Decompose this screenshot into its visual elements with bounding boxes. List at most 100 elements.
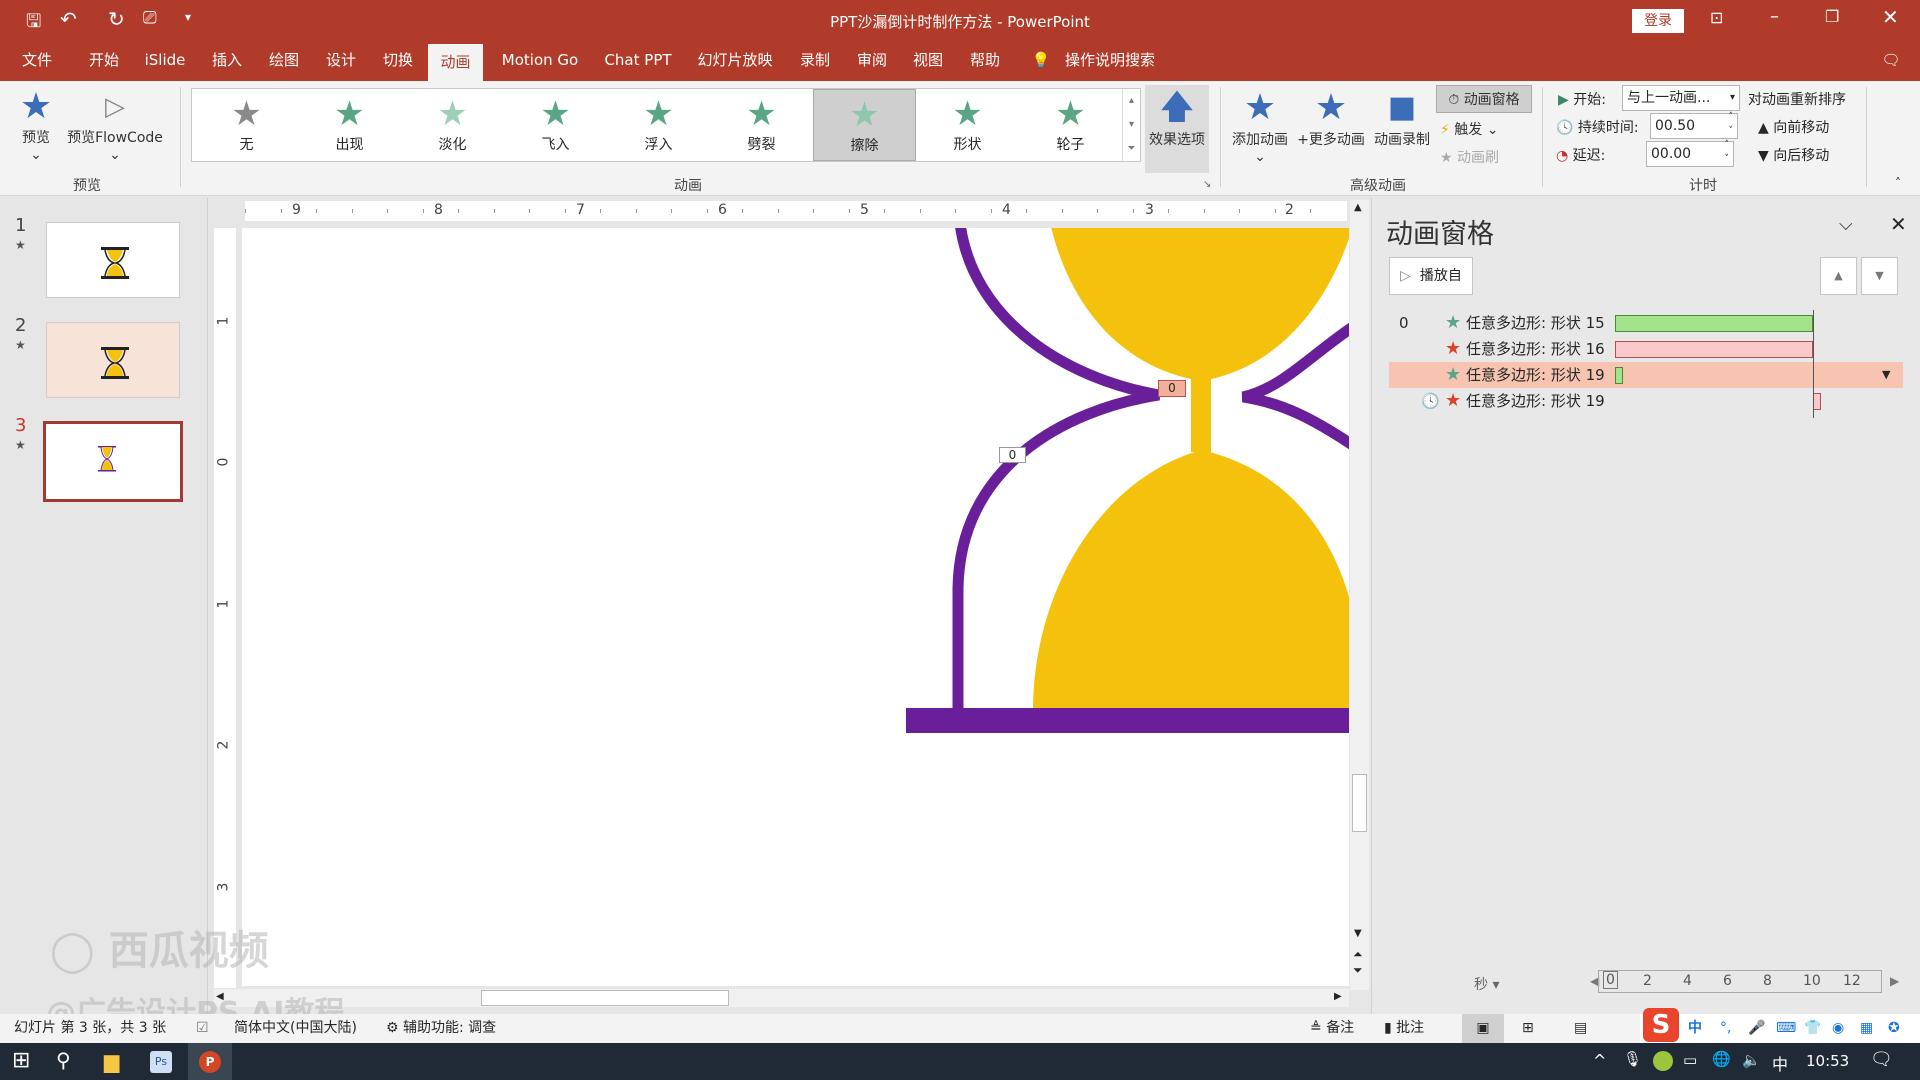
animation-effect-0[interactable]: ★ 无 <box>195 89 298 161</box>
animation-list-item[interactable]: 0 ★ 任意多边形: 形状 15 <box>1389 310 1903 336</box>
animation-effect-2[interactable]: ★ 淡化 <box>401 89 504 161</box>
language-indicator[interactable]: 简体中文(中国大陆) <box>234 1014 357 1043</box>
animation-effect-8[interactable]: ★ 轮子 <box>1019 89 1122 161</box>
tab-home[interactable]: 开始 <box>86 40 122 81</box>
prev-next-slide-icon[interactable]: ⏶ ⏷ <box>1353 946 1363 978</box>
item-dropdown-icon[interactable]: ▼ <box>1882 362 1890 388</box>
move-up-button[interactable]: ▲ <box>1820 257 1857 295</box>
tab-insert[interactable]: 插入 <box>209 40 245 81</box>
tab-help[interactable]: 帮助 <box>967 40 1003 81</box>
gallery-scroll[interactable]: ▴ ▾ ⏷ <box>1122 89 1140 161</box>
apps-icon[interactable]: ▦ <box>1860 1014 1873 1043</box>
comments-icon[interactable]: 🗨 <box>1880 40 1902 81</box>
spellcheck-icon[interactable]: ☑ <box>196 1014 209 1043</box>
animation-record-button[interactable]: ■ 动画录制 <box>1370 87 1434 149</box>
pane-close-icon[interactable]: ✕ <box>1890 212 1907 236</box>
animation-effect-4[interactable]: ★ 浮入 <box>607 89 710 161</box>
animation-effect-6[interactable]: ★ 擦除 <box>813 89 916 161</box>
clock[interactable]: 10:53 <box>1806 1052 1849 1070</box>
notifications-icon[interactable]: 🗨 <box>1870 1049 1893 1070</box>
start-select[interactable]: 与上一动画... ▾ <box>1622 85 1740 111</box>
skin-icon[interactable]: 👕 <box>1804 1014 1821 1043</box>
notes-button[interactable]: ≜ 备注 <box>1310 1014 1354 1043</box>
add-animation-button[interactable]: ★ 添加动画 ⌄ <box>1228 87 1292 165</box>
tab-view[interactable]: 视图 <box>910 40 946 81</box>
tell-me-search[interactable]: 操作说明搜索 <box>1062 40 1158 81</box>
tab-review[interactable]: 审阅 <box>854 40 890 81</box>
tab-animations[interactable]: 动画 <box>428 44 483 81</box>
voice-icon[interactable]: 🎤 <box>1748 1014 1765 1043</box>
timeline-right-icon[interactable]: ▶ <box>1890 974 1899 988</box>
preview-button[interactable]: ★ 预览 ⌄ <box>16 87 56 164</box>
timing-bar[interactable] <box>1615 341 1813 358</box>
animation-effect-3[interactable]: ★ 飞入 <box>504 89 607 161</box>
animation-effect-7[interactable]: ★ 形状 <box>916 89 1019 161</box>
login-button[interactable]: 登录 <box>1632 9 1684 33</box>
slide-canvas[interactable]: 0 0 <box>242 228 1349 986</box>
timing-bar[interactable] <box>1615 315 1813 332</box>
slide-thumbnail-3[interactable] <box>43 421 183 502</box>
vertical-scrollbar[interactable]: ▲ ▼ ⏶ ⏷ <box>1350 200 1369 990</box>
comments-button[interactable]: ▮ 批注 <box>1384 1014 1424 1043</box>
animation-list-item[interactable]: ★ 任意多边形: 形状 16 <box>1389 336 1903 362</box>
ribbon-display-icon[interactable]: ⊡ <box>1710 8 1723 27</box>
tab-islide[interactable]: iSlide <box>143 40 187 81</box>
restore-icon[interactable]: ❐ <box>1825 7 1839 26</box>
animation-pane-button[interactable]: ⏱ 动画窗格 <box>1436 85 1532 113</box>
horizontal-scrollbar[interactable]: ◀ ▶ <box>214 989 1349 1007</box>
preview-flowcode-button[interactable]: ▷ 预览FlowCode ⌄ <box>62 87 168 163</box>
move-down-button[interactable]: ▼ <box>1861 257 1898 295</box>
search-icon[interactable]: ⚲ <box>56 1048 71 1072</box>
scroll-right-icon[interactable]: ▶ <box>1334 991 1342 1002</box>
windows-start-icon[interactable]: ⊞ <box>12 1048 30 1073</box>
minimize-icon[interactable]: – <box>1770 6 1779 27</box>
animation-list-item[interactable]: ★ 任意多边形: 形状 19 ▼ <box>1389 362 1903 388</box>
reading-view-icon[interactable]: ▤ <box>1574 1014 1587 1043</box>
tab-motion-go[interactable]: Motion Go <box>496 40 584 81</box>
animation-tag[interactable]: 0 <box>1158 380 1186 397</box>
timing-bar[interactable] <box>1615 367 1623 384</box>
time-unit-dropdown[interactable]: 秒 ▾ <box>1474 974 1499 994</box>
settings-icon[interactable]: ✪ <box>1888 1014 1900 1043</box>
tab-transitions[interactable]: 切换 <box>380 40 416 81</box>
file-explorer-icon[interactable]: ▆ <box>104 1049 119 1073</box>
play-from-button[interactable]: ▷ 播放自 <box>1389 257 1473 295</box>
sogou-logo-icon[interactable]: S <box>1643 1008 1679 1042</box>
timing-bar[interactable] <box>1813 393 1821 410</box>
tab-slideshow[interactable]: 幻灯片放映 <box>693 40 777 81</box>
tab-chat-ppt[interactable]: Chat PPT <box>600 40 676 81</box>
animation-list-item[interactable]: 🕓 ★ 任意多边形: 形状 19 <box>1389 388 1903 414</box>
dialog-launcher-icon[interactable]: ↘ <box>1203 179 1211 190</box>
pane-options-chevron-icon[interactable]: ⌵ <box>1839 214 1853 235</box>
scroll-down-icon[interactable]: ▼ <box>1354 928 1362 939</box>
hourglass-graphic[interactable] <box>242 228 1349 986</box>
keyboard-icon[interactable]: ⌨ <box>1776 1014 1796 1043</box>
slide-thumbnail-1[interactable] <box>46 222 180 298</box>
battery-icon[interactable]: ▭ <box>1683 1051 1697 1069</box>
duration-input[interactable]: 00.50 ˄ ˅ <box>1650 112 1738 139</box>
ime-mode[interactable]: 中 <box>1688 1014 1702 1043</box>
powerpoint-taskbar-button[interactable]: P <box>188 1043 232 1080</box>
input-language[interactable]: 中 <box>1772 1051 1788 1075</box>
tab-design[interactable]: 设计 <box>323 40 359 81</box>
punctuation-icon[interactable]: °, <box>1720 1014 1731 1043</box>
move-earlier-button[interactable]: ▲ 向前移动 <box>1758 117 1829 137</box>
horizontal-scroll-thumb[interactable] <box>481 990 729 1006</box>
animation-tag[interactable]: 0 <box>999 447 1026 463</box>
more-animations-button[interactable]: ★ +更多动画 <box>1296 87 1366 149</box>
show-hidden-icons[interactable]: ^ <box>1593 1051 1606 1070</box>
tab-record[interactable]: 录制 <box>797 40 833 81</box>
trigger-button[interactable]: ⚡ 触发 ⌄ <box>1440 117 1498 143</box>
tab-file[interactable]: 文件 <box>20 40 54 81</box>
slide-thumbnail-2[interactable] <box>46 322 180 398</box>
effect-options-button[interactable]: 🡅 效果选项 <box>1145 85 1209 173</box>
animation-effect-1[interactable]: ★ 出现 <box>298 89 401 161</box>
robot-icon[interactable]: ◉ <box>1832 1014 1844 1043</box>
animation-painter-button[interactable]: ★ 动画刷 <box>1440 145 1499 171</box>
move-later-button[interactable]: ▼ 向后移动 <box>1758 145 1829 165</box>
delay-input[interactable]: 00.00 ˄ ˅ <box>1646 140 1734 167</box>
slide-sorter-icon[interactable]: ⊞ <box>1522 1014 1534 1043</box>
normal-view-icon[interactable]: ▣ <box>1462 1014 1504 1043</box>
animation-effect-5[interactable]: ★ 劈裂 <box>710 89 813 161</box>
scroll-up-icon[interactable]: ▲ <box>1354 202 1362 213</box>
